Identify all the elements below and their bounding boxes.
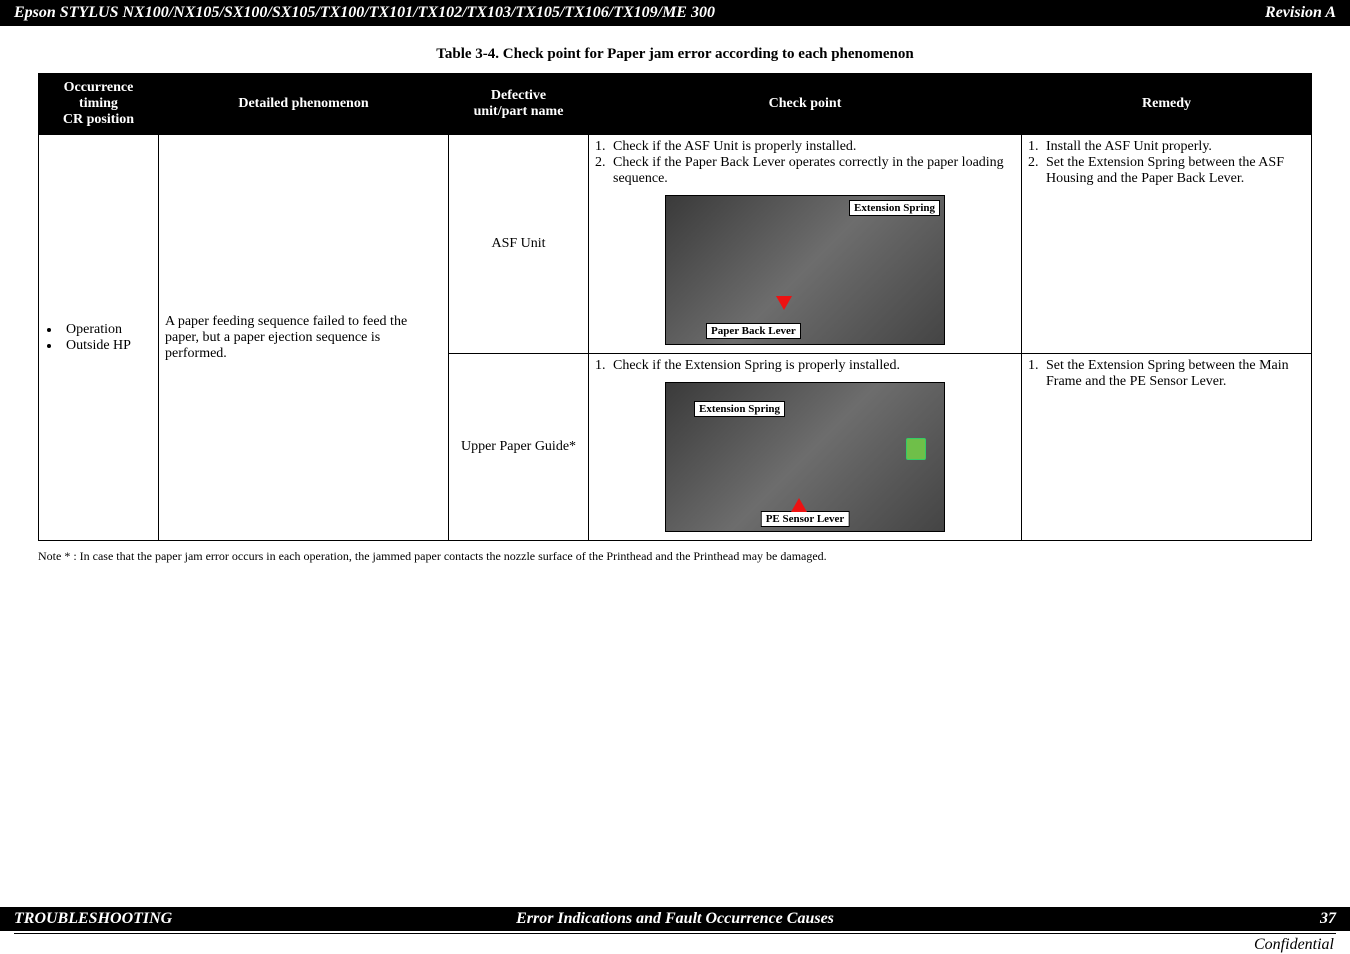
table-row: Operation Outside HP A paper feeding seq…	[39, 135, 1312, 354]
remedy2-item: 1.Set the Extension Spring between the M…	[1028, 358, 1305, 390]
header-right: Revision A	[1265, 4, 1336, 22]
callout-paper-back-lever: Paper Back Lever	[706, 323, 801, 339]
remedy1-item: 1.Install the ASF Unit properly.	[1028, 139, 1305, 155]
footer-left: TROUBLESHOOTING	[14, 910, 450, 928]
cell-occurrence: Operation Outside HP	[39, 135, 159, 541]
page: Epson STYLUS NX100/NX105/SX100/SX105/TX1…	[0, 0, 1350, 954]
remedy2-text: Set the Extension Spring between the Mai…	[1046, 358, 1305, 390]
num: 1.	[595, 358, 613, 374]
footer-center: Error Indications and Fault Occurrence C…	[450, 910, 899, 928]
col-occurrence-label: OccurrencetimingCR position	[63, 80, 134, 127]
check1-text: Check if the ASF Unit is properly instal…	[613, 139, 856, 155]
table-title: Table 3-4. Check point for Paper jam err…	[38, 46, 1312, 63]
callout-pe-sensor-lever: PE Sensor Lever	[761, 511, 850, 527]
confidential-bar: Confidential	[14, 933, 1336, 954]
cell-check-2: 1.Check if the Extension Spring is prope…	[589, 354, 1022, 541]
remedy1-text: Set the Extension Spring between the ASF…	[1046, 155, 1305, 187]
cell-detailed: A paper feeding sequence failed to feed …	[159, 135, 449, 541]
footer-page-number: 37	[900, 910, 1336, 928]
num: 1.	[1028, 358, 1046, 390]
green-marker-icon	[906, 438, 926, 460]
check2-image-block: Extension Spring PE Sensor Lever	[595, 382, 1015, 532]
header-bar: Epson STYLUS NX100/NX105/SX100/SX105/TX1…	[0, 0, 1350, 26]
num: 2.	[1028, 155, 1046, 187]
header-left: Epson STYLUS NX100/NX105/SX100/SX105/TX1…	[14, 4, 715, 22]
cell-unit-1: ASF Unit	[449, 135, 589, 354]
num: 2.	[595, 155, 613, 187]
occurrence-item: Operation	[47, 322, 152, 338]
callout-extension-spring: Extension Spring	[849, 200, 940, 216]
check2-item: 1.Check if the Extension Spring is prope…	[595, 358, 1015, 374]
callout-extension-spring-2: Extension Spring	[694, 401, 785, 417]
footer: TROUBLESHOOTING Error Indications and Fa…	[0, 907, 1350, 954]
check2-text: Check if the Extension Spring is properl…	[613, 358, 900, 374]
spacer	[0, 741, 1350, 908]
num: 1.	[1028, 139, 1046, 155]
col-detailed: Detailed phenomenon	[159, 74, 449, 135]
occurrence-list: Operation Outside HP	[45, 322, 152, 354]
check1-image: Extension Spring Paper Back Lever	[665, 195, 945, 345]
check2-image: Extension Spring PE Sensor Lever	[665, 382, 945, 532]
cell-check-1: 1.Check if the ASF Unit is properly inst…	[589, 135, 1022, 354]
cell-remedy-1: 1.Install the ASF Unit properly. 2.Set t…	[1022, 135, 1312, 354]
col-check: Check point	[589, 74, 1022, 135]
col-occurrence: OccurrencetimingCR position	[39, 74, 159, 135]
remedy2-list: 1.Set the Extension Spring between the M…	[1028, 358, 1305, 390]
footer-bar: TROUBLESHOOTING Error Indications and Fa…	[0, 907, 1350, 931]
check2-list: 1.Check if the Extension Spring is prope…	[595, 358, 1015, 374]
remedy1-text: Install the ASF Unit properly.	[1046, 139, 1212, 155]
col-defective: Defectiveunit/part name	[449, 74, 589, 135]
num: 1.	[595, 139, 613, 155]
check1-item: 1.Check if the ASF Unit is properly inst…	[595, 139, 1015, 155]
red-arrow-icon	[791, 498, 807, 512]
checkpoint-table: OccurrencetimingCR position Detailed phe…	[38, 73, 1312, 541]
confidential-label: Confidential	[1254, 934, 1336, 954]
col-defective-label: Defectiveunit/part name	[474, 88, 564, 119]
cell-remedy-2: 1.Set the Extension Spring between the M…	[1022, 354, 1312, 541]
check1-list: 1.Check if the ASF Unit is properly inst…	[595, 139, 1015, 187]
footnote: Note * : In case that the paper jam erro…	[38, 549, 1312, 564]
check1-image-block: Extension Spring Paper Back Lever	[595, 195, 1015, 345]
check1-text: Check if the Paper Back Lever operates c…	[613, 155, 1015, 187]
cell-unit-2: Upper Paper Guide*	[449, 354, 589, 541]
remedy1-item: 2.Set the Extension Spring between the A…	[1028, 155, 1305, 187]
table-header-row: OccurrencetimingCR position Detailed phe…	[39, 74, 1312, 135]
red-arrow-icon	[776, 296, 792, 310]
check1-item: 2.Check if the Paper Back Lever operates…	[595, 155, 1015, 187]
remedy1-list: 1.Install the ASF Unit properly. 2.Set t…	[1028, 139, 1305, 187]
content-area: Table 3-4. Check point for Paper jam err…	[0, 26, 1350, 741]
col-remedy: Remedy	[1022, 74, 1312, 135]
occurrence-item: Outside HP	[47, 338, 152, 354]
